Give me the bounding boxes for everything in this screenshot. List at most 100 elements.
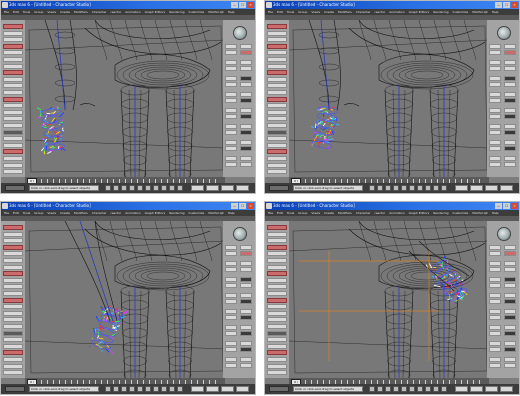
app-icon[interactable] [2, 203, 8, 209]
command-panel-button[interactable] [489, 108, 501, 113]
command-panel-button[interactable] [225, 156, 237, 161]
command-panel-button[interactable] [504, 347, 516, 352]
command-panel-button[interactable] [504, 261, 516, 266]
viewport-nav-icon[interactable] [145, 185, 151, 191]
command-panel-button[interactable] [504, 357, 516, 362]
left-panel-button[interactable] [267, 231, 287, 237]
command-panel-button[interactable] [489, 124, 501, 129]
command-panel-button[interactable] [240, 156, 252, 161]
viewport-nav-icon[interactable] [409, 386, 415, 392]
command-panel-button[interactable] [240, 60, 252, 65]
maxscript-listener[interactable] [269, 386, 289, 392]
command-panel-button[interactable] [225, 98, 237, 103]
command-panel-button[interactable] [225, 315, 237, 320]
left-panel-button[interactable] [267, 264, 287, 270]
command-panel-button[interactable] [504, 331, 516, 336]
command-panel-button[interactable] [225, 44, 237, 49]
command-panel-button[interactable] [225, 331, 237, 336]
playback-control[interactable] [470, 386, 483, 392]
viewport-nav-icon[interactable] [145, 386, 151, 392]
playback-control[interactable] [455, 386, 468, 392]
left-panel-button[interactable] [3, 258, 23, 263]
left-panel-button[interactable] [3, 225, 23, 230]
viewport-nav-icon[interactable] [369, 386, 375, 392]
command-panel-button[interactable] [240, 309, 252, 314]
left-panel-button[interactable] [267, 304, 287, 310]
command-panel-button[interactable] [504, 245, 516, 250]
playback-control[interactable] [500, 185, 513, 191]
left-panel-button[interactable] [3, 330, 23, 336]
command-panel-button[interactable] [504, 44, 516, 49]
maximize-icon[interactable]: □ [503, 203, 510, 209]
left-panel-button[interactable] [267, 63, 287, 69]
command-panel-button[interactable] [489, 66, 501, 71]
command-panel-button[interactable] [240, 108, 252, 113]
left-panel-button[interactable] [3, 317, 23, 323]
left-panel-button[interactable] [267, 251, 287, 257]
command-panel-button[interactable] [225, 124, 237, 129]
command-panel-button[interactable] [489, 261, 501, 266]
left-panel-button[interactable] [267, 156, 287, 161]
command-panel-button[interactable] [240, 162, 252, 167]
playback-control[interactable] [485, 386, 498, 392]
command-panel-button[interactable] [504, 140, 516, 145]
left-panel-button[interactable] [3, 238, 23, 244]
command-panel-button[interactable] [504, 162, 516, 167]
viewport-nav-icon[interactable] [441, 386, 447, 392]
playback-control[interactable] [455, 185, 468, 191]
left-panel-button[interactable] [267, 244, 287, 250]
command-panel-button[interactable] [240, 140, 252, 145]
playback-control[interactable] [191, 185, 204, 191]
command-panel-button[interactable] [225, 341, 237, 346]
playback-control[interactable] [206, 386, 219, 392]
command-panel-button[interactable] [489, 347, 501, 352]
viewport-nav-icon[interactable] [425, 386, 431, 392]
viewport-nav-icon[interactable] [161, 386, 167, 392]
command-panel-button[interactable] [504, 309, 516, 314]
command-panel-button[interactable] [489, 44, 501, 49]
left-panel-button[interactable] [3, 50, 23, 56]
command-panel-button[interactable] [225, 82, 237, 87]
left-panel-button[interactable] [267, 162, 287, 168]
left-panel-button[interactable] [3, 357, 23, 362]
viewport-nav-icon[interactable] [129, 386, 135, 392]
left-panel-button[interactable] [3, 37, 23, 43]
command-panel-button[interactable] [240, 357, 252, 362]
viewport-nav-icon[interactable] [409, 185, 415, 191]
command-panel-button[interactable] [240, 341, 252, 346]
left-panel-button[interactable] [3, 142, 23, 148]
left-panel-button[interactable] [267, 258, 287, 263]
command-panel-button[interactable] [240, 124, 252, 129]
minimize-icon[interactable]: – [231, 2, 238, 8]
viewport-nav-icon[interactable] [169, 386, 175, 392]
left-panel-button[interactable] [3, 169, 23, 175]
command-panel-button[interactable] [489, 331, 501, 336]
left-panel-button[interactable] [3, 30, 23, 36]
command-panel-button[interactable] [504, 114, 516, 119]
playback-control[interactable] [206, 185, 219, 191]
viewport[interactable] [289, 20, 489, 177]
command-panel-button[interactable] [225, 66, 237, 71]
command-panel-button[interactable] [504, 299, 516, 304]
command-panel-button[interactable] [225, 60, 237, 65]
left-panel-button[interactable] [3, 370, 23, 376]
command-panel-button[interactable] [225, 283, 237, 288]
left-panel-button[interactable] [267, 324, 287, 329]
command-panel-button[interactable] [504, 98, 516, 103]
viewport-nav-icon[interactable] [417, 185, 423, 191]
left-panel-button[interactable] [267, 70, 287, 76]
left-panel-button[interactable] [267, 142, 287, 148]
command-panel-button[interactable] [504, 363, 516, 368]
command-panel-button[interactable] [240, 331, 252, 336]
hand-envelope-mesh[interactable] [36, 105, 68, 155]
left-panel-button[interactable] [3, 337, 23, 343]
command-panel-button[interactable] [489, 140, 501, 145]
command-panel-button[interactable] [489, 92, 501, 97]
command-panel-button[interactable] [225, 76, 237, 81]
viewport-nav-icon[interactable] [417, 386, 423, 392]
command-panel-button[interactable] [240, 283, 252, 288]
left-panel-button[interactable] [3, 83, 23, 89]
viewport-nav-icon[interactable] [393, 386, 399, 392]
left-panel-button[interactable] [3, 24, 23, 29]
playback-control[interactable] [236, 185, 249, 191]
